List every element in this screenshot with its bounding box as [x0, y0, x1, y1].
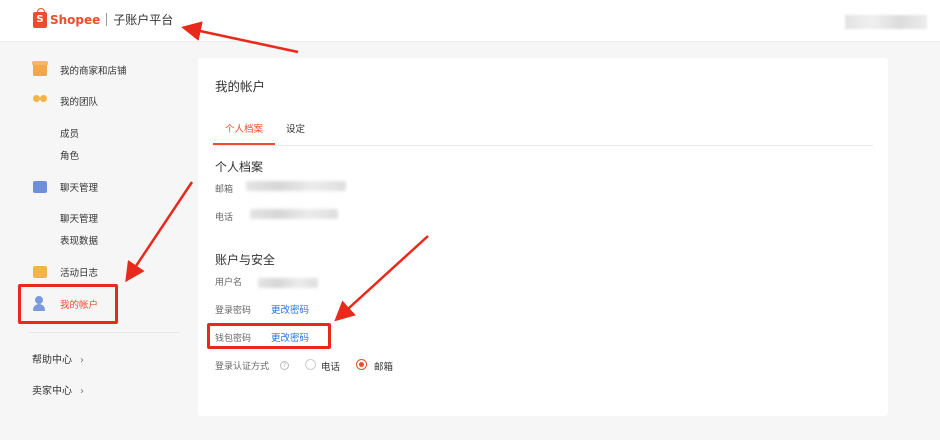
sidebar-item-store[interactable]: 我的商家和店铺: [32, 61, 127, 77]
tab-profile[interactable]: 个人档案: [225, 121, 263, 135]
sidebar: 我的商家和店铺 我的团队 成员 角色 聊天管理 聊天管理 表现数据 活动日志 我…: [0, 43, 185, 440]
phone-value-redacted: [250, 209, 338, 219]
security-section-title: 账户与安全: [215, 253, 276, 267]
change-login-password-link[interactable]: 更改密码: [271, 302, 309, 316]
account-card: 我的帐户 个人档案 设定 个人档案 邮箱 电话 账户与安全 用户名 登录密码 更…: [198, 58, 888, 416]
brand-name: Shopee: [50, 12, 101, 27]
annotation-box-my-account: [18, 284, 118, 324]
chat-icon: [33, 181, 47, 193]
help-center-link[interactable]: 帮助中心 ›: [32, 351, 84, 366]
sidebar-divider: [28, 332, 180, 333]
chevron-right-icon: ›: [80, 355, 84, 366]
sidebar-item-chat[interactable]: 聊天管理: [33, 180, 98, 194]
seller-center-link[interactable]: 卖家中心 ›: [32, 382, 84, 397]
auth-phone-label: 电话: [321, 362, 341, 373]
annotation-box-wallet-password: [207, 323, 331, 349]
sidebar-item-label: 我的团队: [60, 97, 99, 108]
tab-settings[interactable]: 设定: [286, 121, 305, 135]
shopee-logo[interactable]: S Shopee 子账户平台: [33, 7, 174, 28]
help-question-icon[interactable]: ?: [280, 361, 289, 370]
sidebar-item-label: 我的商家和店铺: [60, 66, 127, 77]
email-value-redacted: [246, 181, 346, 191]
store-icon: [32, 61, 48, 76]
login-password-label: 登录密码: [215, 306, 252, 316]
username-value-redacted: [258, 278, 318, 288]
shopee-bag-icon: S: [33, 7, 47, 28]
user-account-menu[interactable]: [845, 15, 927, 29]
sidebar-subitem-members[interactable]: 成员: [60, 126, 79, 140]
auth-email-radio[interactable]: [356, 359, 367, 370]
help-center-label: 帮助中心: [32, 355, 72, 366]
platform-title: 子账户平台: [113, 13, 174, 27]
page-title: 我的帐户: [215, 79, 266, 94]
sidebar-item-label: 活动日志: [60, 268, 99, 279]
activity-log-icon: [33, 266, 47, 278]
tab-divider: [213, 145, 873, 146]
username-label: 用户名: [215, 278, 243, 288]
chevron-right-icon: ›: [80, 386, 84, 397]
seller-center-label: 卖家中心: [32, 386, 72, 397]
email-label: 邮箱: [215, 185, 234, 195]
profile-section-title: 个人档案: [215, 160, 264, 174]
logo-divider: [106, 13, 108, 26]
login-auth-label: 登录认证方式: [215, 362, 270, 372]
sidebar-item-activity-log[interactable]: 活动日志: [33, 265, 98, 279]
sidebar-subitem-chat-management[interactable]: 聊天管理: [60, 211, 98, 225]
sidebar-item-team[interactable]: 我的团队: [33, 94, 98, 108]
sidebar-item-label: 聊天管理: [60, 183, 99, 194]
sidebar-subitem-performance[interactable]: 表现数据: [60, 233, 98, 247]
sidebar-subitem-roles[interactable]: 角色: [60, 148, 79, 162]
auth-email-label: 邮箱: [374, 362, 394, 373]
top-bar: S Shopee 子账户平台: [0, 0, 940, 42]
auth-phone-radio[interactable]: [305, 359, 316, 370]
team-icon: [33, 95, 47, 107]
phone-label: 电话: [215, 213, 234, 223]
